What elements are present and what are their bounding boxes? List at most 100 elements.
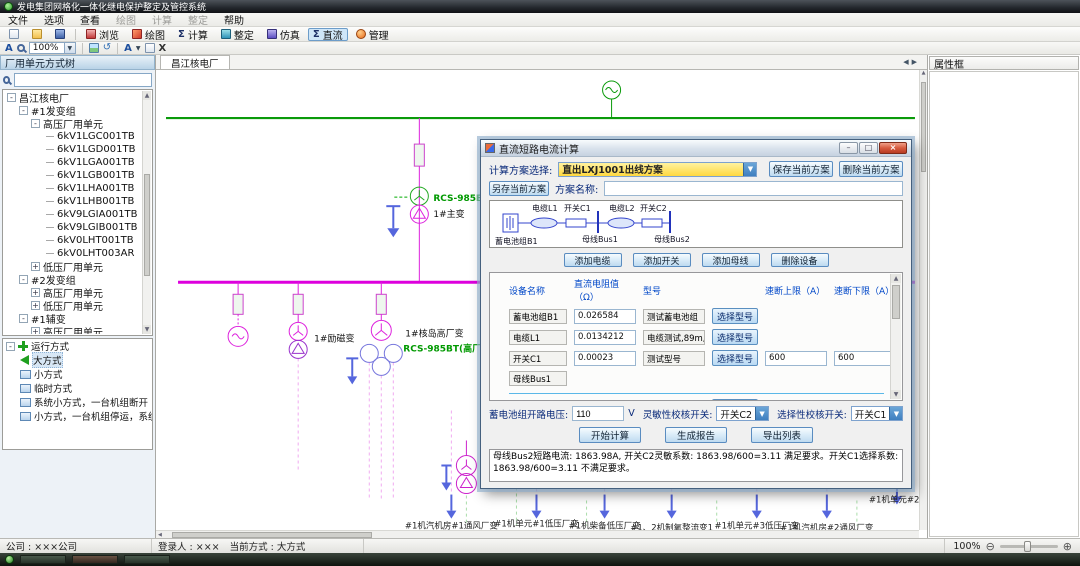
collapse-icon[interactable]: -	[19, 106, 28, 115]
mode-root[interactable]: -运行方式	[3, 339, 152, 353]
tree-item-feeder[interactable]: 6kV9LGIA001TB	[4, 208, 142, 221]
main-transformer-symbol[interactable]	[410, 187, 428, 223]
menu-options[interactable]: 选项	[36, 13, 72, 26]
switch-symbol[interactable]	[566, 219, 586, 227]
collapse-icon[interactable]: -	[19, 314, 28, 323]
model-field[interactable]: 测试蓄电池组	[643, 309, 705, 324]
tab-plant[interactable]: 昌江核电厂	[160, 55, 230, 69]
circuit-schematic[interactable]: 电缆L1 开关C1 电缆L2 开关C2 蓄电池组B1 母线Bus1 母线Bus2	[490, 201, 902, 247]
collapse-icon[interactable]: -	[31, 119, 40, 128]
tree-item-feeder[interactable]: 6kV1LHB001TB	[4, 195, 142, 208]
lower-limit-input[interactable]: 600	[834, 351, 890, 366]
switch-symbol[interactable]	[642, 219, 662, 227]
selectivity-combobox[interactable]: 开关C1 ▼	[851, 406, 904, 421]
image-icon[interactable]	[89, 43, 99, 53]
search-input[interactable]	[14, 73, 152, 87]
mode-item-min[interactable]: 小方式	[3, 367, 152, 381]
tab-left-icon[interactable]: ◀	[903, 58, 908, 66]
scroll-up-icon[interactable]: ▲	[891, 274, 901, 283]
search-icon[interactable]	[3, 76, 10, 84]
maximize-button[interactable]: □	[859, 142, 878, 154]
tree-item-lv-unit[interactable]: +低压厂用单元	[4, 299, 142, 312]
chevron-down-icon[interactable]: ▼	[136, 45, 141, 52]
generate-report-button[interactable]: 生成报告	[665, 427, 727, 443]
breaker-symbol[interactable]	[293, 294, 303, 314]
excitation-transformer-symbol[interactable]	[289, 322, 307, 358]
dc-calc-button[interactable]: Σ直流	[308, 28, 348, 41]
device-name-field[interactable]: 蓄电池组B1	[509, 309, 567, 324]
menu-help[interactable]: 帮助	[216, 13, 252, 26]
dialog-title-bar[interactable]: 直流短路电流计算 – □ ×	[481, 140, 911, 157]
cable-symbol[interactable]	[531, 218, 557, 228]
tree-item-feeder[interactable]: 6kV1LGD001TB	[4, 143, 142, 156]
model-field[interactable]: 电缆测试,89m,1#	[643, 330, 705, 345]
plan-name-input[interactable]	[604, 181, 903, 196]
manage-button[interactable]: 管理	[351, 28, 394, 41]
chevron-down-icon[interactable]: ▼	[743, 163, 756, 176]
generator-symbol[interactable]	[603, 81, 621, 118]
tree-item-hv-unit[interactable]: +高压厂用单元	[4, 325, 142, 334]
taskbar-item[interactable]	[124, 555, 170, 564]
open-file-button[interactable]	[27, 28, 47, 41]
font-icon[interactable]: A	[5, 43, 13, 54]
cable-symbol[interactable]	[608, 218, 634, 228]
breaker-symbol[interactable]	[233, 294, 243, 314]
tree-item-feeder[interactable]: 6kV1LGC001TB	[4, 130, 142, 143]
resistance-input[interactable]: 0.026584	[574, 309, 636, 324]
taskbar[interactable]	[0, 553, 1080, 566]
tree-item-feeder[interactable]: 6kV1LGA001TB	[4, 156, 142, 169]
undo-icon[interactable]: ↺	[103, 43, 111, 53]
mode-item-sysmin[interactable]: 系统小方式，一台机组断开	[3, 395, 152, 409]
save-as-button[interactable]: 另存当前方案	[489, 181, 549, 196]
scroll-left-icon[interactable]: ◀	[156, 532, 162, 538]
taskbar-item[interactable]	[72, 555, 118, 564]
resistance-input[interactable]: 0.0134212	[574, 330, 636, 345]
choose-model-button[interactable]: 选择型号	[712, 350, 758, 366]
model-field[interactable]: 测试型号	[643, 351, 705, 366]
exciter-symbol[interactable]	[228, 326, 248, 346]
canvas-horizontal-scrollbar[interactable]: ◀	[156, 530, 919, 538]
tree-item-feeder[interactable]: 6kV0LHT001TB	[4, 234, 142, 247]
scrollbar-thumb[interactable]	[892, 285, 900, 319]
scrollbar-thumb[interactable]	[921, 82, 926, 172]
resistance-input[interactable]: 0.0185484	[574, 400, 636, 401]
delete-plan-button[interactable]: 删除当前方案	[839, 161, 903, 177]
zoom-slider-thumb[interactable]	[1024, 541, 1031, 552]
tab-right-icon[interactable]: ▶	[912, 58, 917, 66]
draw-button[interactable]: 绘图	[127, 28, 170, 41]
add-switch-button[interactable]: 添加开关	[633, 253, 691, 267]
new-file-button[interactable]	[4, 28, 24, 41]
breaker-symbol[interactable]	[376, 294, 386, 314]
zoom-in-icon[interactable]: ⊕	[1063, 540, 1072, 553]
plan-combobox[interactable]: 直出LXJ1001出线方案 ▼	[558, 162, 757, 177]
mode-item-temp[interactable]: 临时方式	[3, 381, 152, 395]
expand-icon[interactable]: +	[31, 288, 40, 297]
setting-button[interactable]: 整定	[216, 28, 259, 41]
collapse-icon[interactable]: -	[19, 275, 28, 284]
scrollbar-thumb[interactable]	[144, 174, 150, 276]
mode-item-max[interactable]: 大方式	[3, 353, 152, 367]
start-calc-button[interactable]: 开始计算	[579, 427, 641, 443]
chevron-down-icon[interactable]: ▼	[755, 407, 768, 420]
delete-tool-icon[interactable]: X	[159, 43, 167, 54]
menu-file[interactable]: 文件	[0, 13, 36, 26]
sensitivity-combobox[interactable]: 开关C2 ▼	[716, 406, 769, 421]
minimize-button[interactable]: –	[839, 142, 858, 154]
device-name-field[interactable]: 电缆L2	[509, 400, 567, 401]
collapse-icon[interactable]: -	[6, 342, 15, 351]
add-cable-button[interactable]: 添加电缆	[564, 253, 622, 267]
device-name-field[interactable]: 电缆L1	[509, 330, 567, 345]
zoom-out-icon[interactable]: ⊖	[986, 540, 995, 553]
tree-scrollbar[interactable]: ▲ ▼	[142, 91, 151, 334]
open-voltage-input[interactable]	[572, 406, 624, 421]
device-name-field[interactable]: 母线Bus1	[509, 371, 567, 386]
tree-item-feeder[interactable]: 6kV1LHA001TB	[4, 182, 142, 195]
resistance-input[interactable]: 0.00023	[574, 351, 636, 366]
export-list-button[interactable]: 导出列表	[751, 427, 813, 443]
tree-item-feeder[interactable]: 6kV1LGB001TB	[4, 169, 142, 182]
zoom-slider[interactable]	[1000, 545, 1058, 548]
mode-item-minstop[interactable]: 小方式，一台机组停运，系统侧断开	[3, 409, 152, 423]
taskbar-item[interactable]	[20, 555, 66, 564]
upper-limit-input[interactable]: 600	[765, 351, 827, 366]
browse-button[interactable]: 浏览	[81, 28, 124, 41]
